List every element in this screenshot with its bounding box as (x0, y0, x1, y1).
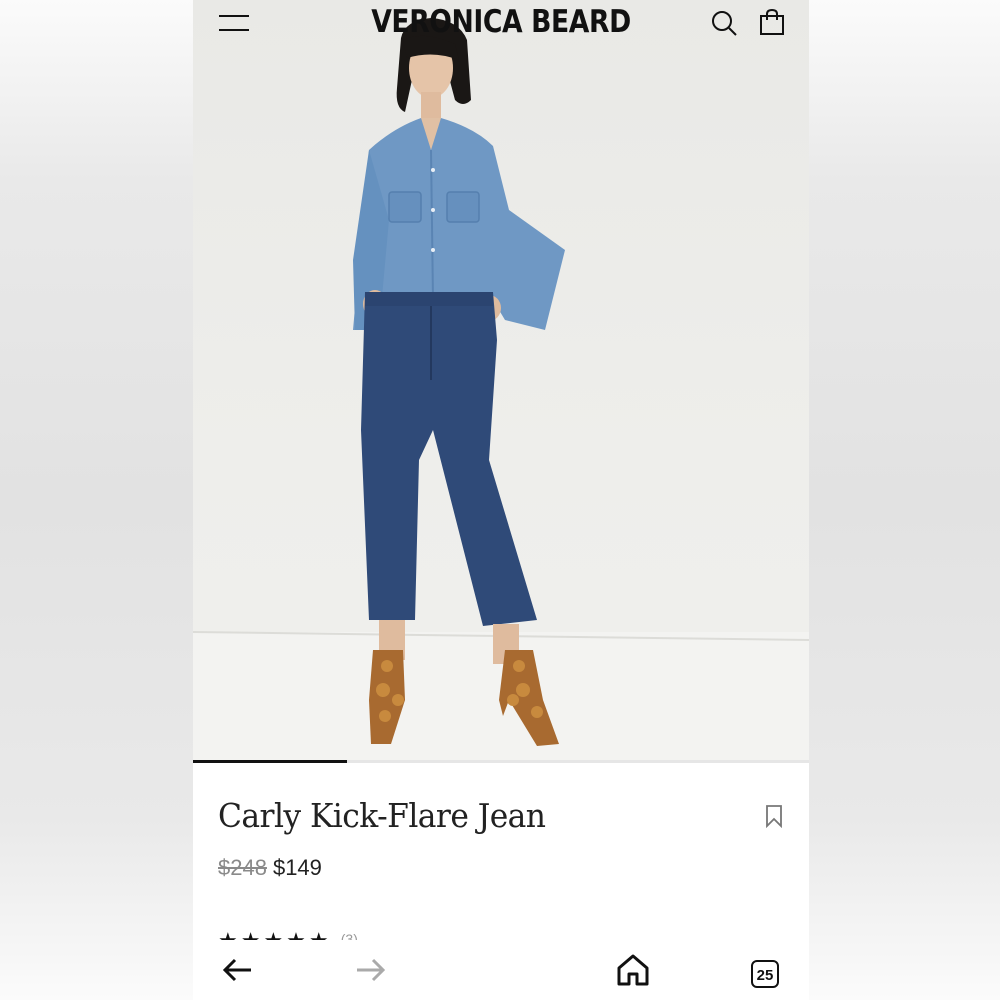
browser-bottom-bar: 25 (193, 940, 809, 1000)
tab-count: 25 (751, 960, 779, 988)
sale-price: $149 (272, 855, 322, 880)
gallery-progress-fill (193, 760, 347, 763)
tabs-button[interactable]: 25 (751, 960, 791, 1000)
product-title: Carly Kick-Flare Jean (218, 796, 546, 835)
arrow-left-icon[interactable] (219, 950, 259, 990)
original-price: $248 (218, 855, 267, 880)
gallery-progress-track (193, 760, 809, 763)
home-icon[interactable] (613, 950, 653, 990)
price-row: $248 $149 (218, 855, 322, 881)
search-icon[interactable] (710, 9, 738, 37)
shopping-bag-icon[interactable] (759, 8, 785, 36)
arrow-right-icon[interactable] (351, 950, 391, 990)
phone-screen: VERONICA BEARD Carly Kick-Flare Jean $24… (193, 0, 809, 1000)
model-photo (193, 18, 809, 762)
bookmark-icon[interactable] (765, 804, 783, 828)
product-image[interactable] (193, 0, 809, 763)
brand-logo[interactable]: VERONICA BEARD (236, 4, 766, 40)
site-header: VERONICA BEARD (193, 0, 809, 46)
